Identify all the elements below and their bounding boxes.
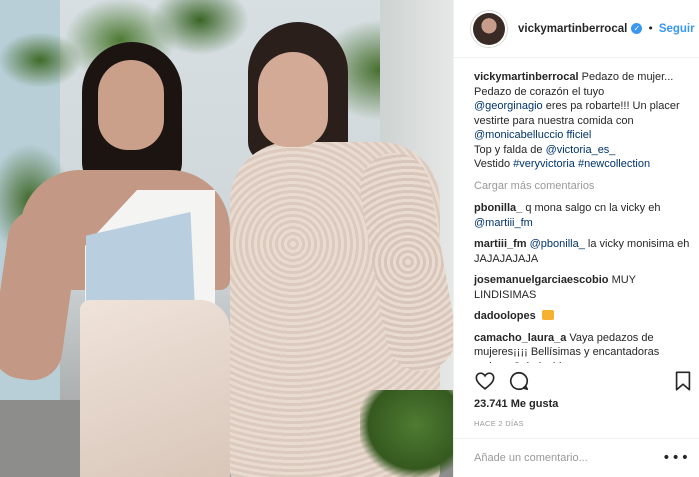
comment-item: josemanuelgarciaescobio MUY LINDISIMAS: [474, 273, 690, 302]
post-username[interactable]: vickymartinberrocal: [518, 23, 627, 35]
caption-hashtag-newcollection[interactable]: #newcollection: [578, 158, 650, 170]
post-caption: vickymartinberrocal Pedazo de mujer... P…: [474, 70, 690, 172]
comment-item: camacho_laura_a Vaya pedazos de mujeres¡…: [474, 331, 690, 364]
heart-icon[interactable]: [474, 370, 496, 392]
caption-username[interactable]: vickymartinberrocal: [474, 71, 579, 83]
comment-username[interactable]: pbonilla_: [474, 202, 522, 214]
avatar[interactable]: [470, 9, 508, 48]
comment-item: martiii_fm @pbonilla_ la vicky monisima …: [474, 237, 690, 266]
post-sidebar: vickymartinberrocal ✓ • Seguir vickymart…: [453, 0, 699, 477]
add-comment-input[interactable]: [474, 452, 663, 464]
comment-item: dadoolopes: [474, 309, 690, 324]
caption-mention-victoria[interactable]: @victoria_es_: [546, 144, 616, 156]
person-left-skirt: [80, 300, 230, 477]
comment-mention[interactable]: @pbonilla_: [530, 238, 585, 250]
load-more-comments-link[interactable]: Cargar más comentarios: [474, 179, 690, 194]
comment-bubble-icon[interactable]: [508, 370, 530, 392]
clapping-hands-emoji-icon: [541, 310, 554, 320]
person-right-face: [258, 52, 328, 147]
caption-hashtag-veryvictoria[interactable]: #veryvictoria: [513, 158, 575, 170]
more-options-icon[interactable]: •••: [662, 450, 690, 466]
caption-text: Vestido: [474, 158, 514, 170]
comment-username[interactable]: josemanuelgarciaescobio: [474, 274, 609, 286]
likes-count[interactable]: 23.741 Me gusta: [474, 398, 558, 410]
post-actions: [474, 370, 694, 392]
verified-badge-icon: ✓: [631, 23, 643, 34]
avatar-image: [473, 12, 505, 45]
add-comment-bar: •••: [454, 438, 699, 477]
post-timestamp[interactable]: HACE 2 DÍAS: [474, 419, 524, 428]
foreground-plant: [360, 390, 453, 477]
post-photo[interactable]: [0, 0, 453, 477]
post-header: vickymartinberrocal ✓ • Seguir: [454, 0, 699, 58]
caption-text: Top y falda de: [474, 143, 546, 156]
caption-mention-georginagio[interactable]: @georginagio: [474, 100, 543, 112]
person-left-face: [98, 60, 164, 150]
person-left: [0, 40, 245, 477]
comment-text: q mona salgo cn la vicky eh: [525, 202, 661, 214]
separator-dot: •: [647, 22, 654, 35]
comment-mention[interactable]: @martiii_fm: [474, 217, 533, 229]
follow-button[interactable]: Seguir: [659, 23, 695, 35]
comment-username[interactable]: camacho_laura_a: [474, 332, 566, 344]
comments-list[interactable]: vickymartinberrocal Pedazo de mujer... P…: [454, 58, 699, 363]
bookmark-icon[interactable]: [672, 370, 694, 392]
comment-item: pbonilla_ q mona salgo cn la vicky eh @m…: [474, 201, 690, 230]
comment-username[interactable]: martiii_fm: [474, 238, 527, 250]
caption-mention-monicabellucci[interactable]: @monicabelluccio fficiel: [474, 129, 591, 141]
comment-username[interactable]: dadoolopes: [474, 310, 536, 322]
